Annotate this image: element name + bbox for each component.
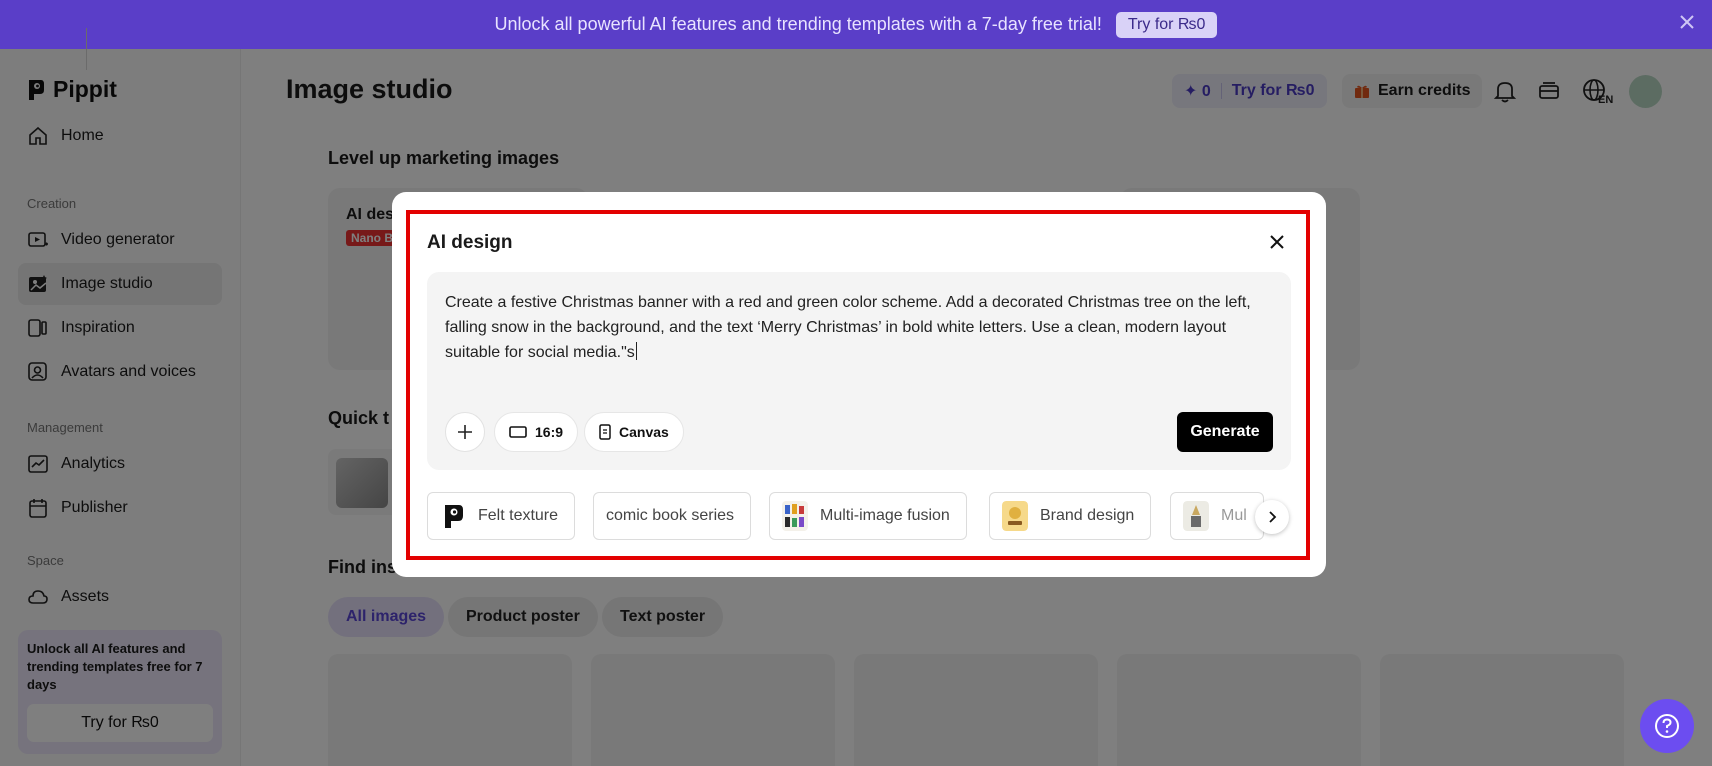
chevron-right-icon bbox=[1269, 511, 1277, 523]
prompt-input[interactable]: Create a festive Christmas banner with a… bbox=[427, 272, 1291, 470]
canvas-button[interactable]: Canvas bbox=[584, 412, 684, 452]
style-chip-partial[interactable]: Mul bbox=[1170, 492, 1264, 540]
canvas-icon bbox=[599, 424, 611, 440]
style-chip-multi-image-fusion[interactable]: Multi-image fusion bbox=[769, 492, 967, 540]
style-chip-label: comic book series bbox=[606, 507, 735, 524]
style-chip-label: Felt texture bbox=[478, 507, 559, 524]
brand-design-thumbnail bbox=[1002, 501, 1028, 531]
style-thumbnail bbox=[1183, 501, 1209, 531]
ai-design-modal: AI design Create a festive Christmas ban… bbox=[392, 192, 1326, 577]
aspect-ratio-button[interactable]: 16:9 bbox=[494, 412, 579, 452]
divider bbox=[86, 28, 87, 70]
style-chip-comic-book-series[interactable]: comic book series bbox=[593, 492, 752, 540]
style-chip-label: Multi-image fusion bbox=[820, 507, 950, 524]
aspect-ratio-icon bbox=[509, 426, 527, 438]
prompt-text[interactable]: Create a festive Christmas banner with a… bbox=[445, 290, 1275, 365]
aspect-ratio-label: 16:9 bbox=[535, 424, 564, 440]
text-caret bbox=[635, 342, 637, 360]
multi-image-thumbnail bbox=[782, 501, 808, 531]
modal-title: AI design bbox=[427, 232, 513, 253]
canvas-label: Canvas bbox=[619, 424, 669, 440]
style-chip-felt-texture[interactable]: Felt texture bbox=[427, 492, 576, 540]
question-icon bbox=[1655, 714, 1679, 738]
style-chip-brand-design[interactable]: Brand design bbox=[989, 492, 1152, 540]
plus-icon bbox=[458, 425, 472, 439]
generate-button[interactable]: Generate bbox=[1177, 412, 1273, 452]
help-button[interactable] bbox=[1640, 699, 1694, 753]
add-button[interactable] bbox=[445, 412, 485, 452]
felt-texture-thumbnail bbox=[440, 501, 466, 531]
banner-try-button[interactable]: Try for ₨0 bbox=[1115, 11, 1218, 38]
close-icon[interactable] bbox=[1265, 230, 1289, 254]
promo-banner: Unlock all powerful AI features and tren… bbox=[0, 0, 1712, 49]
banner-message: Unlock all powerful AI features and tren… bbox=[494, 14, 1102, 34]
chips-next-button[interactable] bbox=[1255, 500, 1289, 534]
style-suggestions: Felt texture comic book series Multi-ima… bbox=[427, 492, 1291, 542]
style-chip-label: Mul bbox=[1221, 507, 1247, 524]
style-chip-label: Brand design bbox=[1040, 507, 1135, 524]
close-icon[interactable] bbox=[1676, 11, 1698, 33]
